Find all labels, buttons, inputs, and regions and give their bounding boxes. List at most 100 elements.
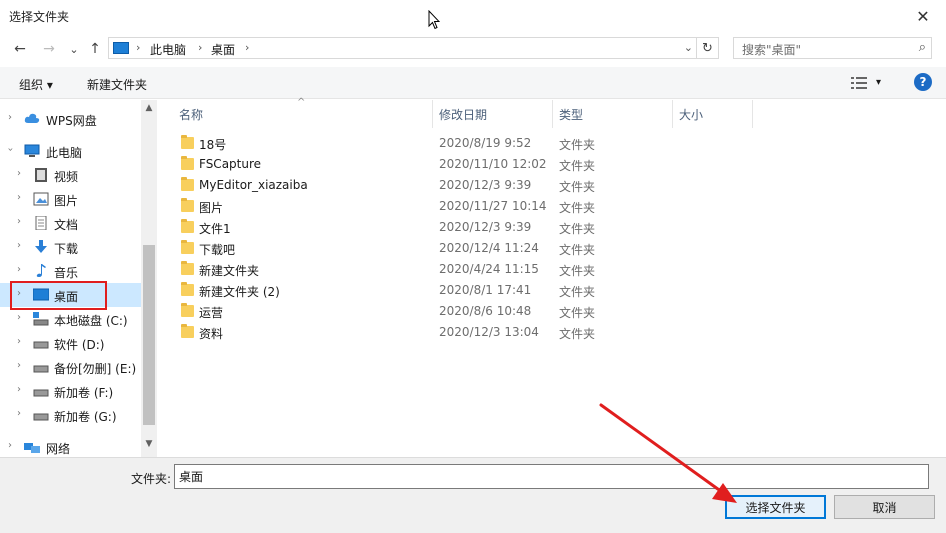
sidebar-item-label: WPS网盘 [46, 114, 97, 128]
video-icon [35, 168, 47, 182]
file-type: 文件夹 [559, 306, 596, 320]
breadcrumb-this-pc[interactable]: 此电脑 [150, 41, 186, 58]
file-date: 2020/12/3 9:39 [439, 220, 532, 234]
scroll-thumb[interactable] [143, 245, 155, 425]
network-icon [24, 443, 40, 453]
scroll-up-icon[interactable]: ▲ [141, 100, 157, 116]
search-icon[interactable]: ⌕ [919, 40, 926, 55]
file-type: 文件夹 [559, 138, 596, 152]
column-header-size[interactable]: 大小 [673, 100, 753, 128]
download-icon [35, 240, 47, 253]
refresh-icon[interactable]: ↻ [697, 37, 719, 59]
sidebar-item-this-pc[interactable]: › 此电脑 [0, 139, 141, 163]
close-icon[interactable]: ✕ [900, 0, 946, 32]
sidebar-item-label: 新加卷 (G:) [54, 410, 117, 424]
breadcrumb-separator-icon[interactable]: › [136, 41, 140, 54]
sidebar-item-drive-c[interactable]: › 本地磁盘 (C:) [0, 307, 141, 331]
sidebar-item-drive-d[interactable]: › 软件 (D:) [0, 331, 141, 355]
file-row[interactable]: 新建文件夹 (2) 2020/8/1 17:41 文件夹 [173, 280, 598, 301]
view-options-icon[interactable] [851, 76, 867, 90]
file-date: 2020/12/3 9:39 [439, 178, 532, 192]
select-folder-button[interactable]: 选择文件夹 [725, 495, 826, 519]
sidebar-item-music[interactable]: › 音乐 [0, 259, 141, 283]
drive-icon [33, 365, 49, 373]
file-row[interactable]: FSCapture 2020/11/10 12:02 文件夹 [173, 154, 598, 175]
expand-chevron-icon[interactable]: › [17, 360, 21, 371]
sidebar-item-documents[interactable]: › 文档 [0, 211, 141, 235]
expand-chevron-icon[interactable]: › [17, 336, 21, 347]
expand-chevron-icon[interactable]: › [17, 216, 21, 227]
file-row[interactable]: 文件1 2020/12/3 9:39 文件夹 [173, 217, 598, 238]
expand-chevron-icon[interactable]: › [17, 168, 21, 179]
command-toolbar: 组织 ▾ 新建文件夹 ▾ ? [0, 67, 946, 99]
column-header-name[interactable]: 名称 [173, 100, 433, 128]
breadcrumb-separator-icon[interactable]: › [245, 41, 249, 54]
expand-chevron-icon[interactable]: › [17, 240, 21, 251]
sidebar-item-wps-cloud[interactable]: › WPS网盘 [0, 107, 141, 131]
search-box[interactable]: 搜索"桌面" ⌕ [733, 37, 932, 59]
up-arrow-icon[interactable]: ↑ [84, 38, 106, 60]
this-pc-icon [113, 42, 129, 54]
address-dropdown-icon[interactable]: ⌄ [684, 41, 693, 54]
expand-chevron-icon[interactable]: › [8, 112, 12, 123]
file-name: 运营 [199, 306, 224, 320]
expand-chevron-icon[interactable]: › [17, 384, 21, 395]
sidebar-item-network[interactable]: › 网络 [0, 435, 141, 459]
expand-chevron-icon[interactable]: › [17, 408, 21, 419]
file-row[interactable]: 图片 2020/11/27 10:14 文件夹 [173, 196, 598, 217]
file-name: 新建文件夹 [199, 264, 260, 278]
sidebar-item-drive-g[interactable]: › 新加卷 (G:) [0, 403, 141, 427]
drive-icon [33, 341, 49, 349]
view-dropdown-icon[interactable]: ▾ [876, 77, 881, 88]
window-title: 选择文件夹 [9, 10, 70, 24]
expand-chevron-icon[interactable]: › [17, 264, 21, 275]
navigation-scrollbar[interactable]: ▲ ▼ [141, 100, 157, 457]
file-row[interactable]: 资料 2020/12/3 13:04 文件夹 [173, 322, 598, 343]
breadcrumb-separator-icon[interactable]: › [198, 41, 202, 54]
file-date: 2020/8/19 9:52 [439, 136, 532, 150]
organize-button[interactable]: 组织 ▾ [19, 76, 53, 93]
mouse-cursor-icon [428, 10, 440, 30]
file-name: 18号 [199, 138, 227, 152]
sidebar-item-drive-e[interactable]: › 备份[勿删] (E:) [0, 355, 141, 379]
file-row[interactable]: MyEditor_xiazaiba 2020/12/3 9:39 文件夹 [173, 175, 598, 196]
collapse-chevron-icon[interactable]: › [5, 148, 16, 152]
back-arrow-icon[interactable]: ← [9, 38, 31, 60]
sidebar-item-downloads[interactable]: › 下载 [0, 235, 141, 259]
cancel-button[interactable]: 取消 [834, 495, 935, 519]
expand-chevron-icon[interactable]: › [17, 192, 21, 203]
file-type: 文件夹 [559, 264, 596, 278]
file-row[interactable]: 运营 2020/8/6 10:48 文件夹 [173, 301, 598, 322]
scroll-down-icon[interactable]: ▼ [141, 436, 157, 452]
file-row[interactable]: 下载吧 2020/12/4 11:24 文件夹 [173, 238, 598, 259]
sidebar-item-drive-f[interactable]: › 新加卷 (F:) [0, 379, 141, 403]
sidebar-item-label: 本地磁盘 (C:) [54, 314, 128, 328]
new-folder-button[interactable]: 新建文件夹 [87, 76, 147, 93]
expand-chevron-icon[interactable]: › [17, 312, 21, 323]
music-icon [36, 264, 46, 277]
file-row[interactable]: 新建文件夹 2020/4/24 11:15 文件夹 [173, 259, 598, 280]
expand-chevron-icon[interactable]: › [8, 440, 12, 451]
sidebar-item-label: 文档 [54, 218, 79, 232]
cloud-icon [24, 113, 40, 123]
file-name: 下载吧 [199, 243, 236, 257]
address-bar[interactable]: › 此电脑 › 桌面 › ⌄ [108, 37, 697, 59]
sidebar-item-videos[interactable]: › 视频 [0, 163, 141, 187]
column-header-type[interactable]: 类型 [553, 100, 673, 128]
file-date: 2020/11/10 12:02 [439, 157, 547, 171]
help-icon[interactable]: ? [914, 73, 932, 91]
forward-arrow-icon[interactable]: → [38, 38, 60, 60]
folder-name-input[interactable] [174, 464, 929, 489]
breadcrumb-desktop[interactable]: 桌面 [211, 41, 235, 58]
recent-locations-chevron-icon[interactable]: ⌄ [63, 38, 85, 60]
sidebar-item-label: 下载 [54, 242, 79, 256]
column-header-date[interactable]: 修改日期 [433, 100, 553, 128]
file-row[interactable]: 18号 2020/8/19 9:52 文件夹 [173, 133, 598, 154]
title-bar: 选择文件夹 ✕ [0, 0, 946, 32]
sidebar-item-pictures[interactable]: › 图片 [0, 187, 141, 211]
folder-icon [181, 177, 194, 191]
folder-icon [181, 324, 194, 338]
sidebar-item-label: 音乐 [54, 266, 79, 280]
file-date: 2020/4/24 11:15 [439, 262, 539, 276]
file-type: 文件夹 [559, 327, 596, 341]
